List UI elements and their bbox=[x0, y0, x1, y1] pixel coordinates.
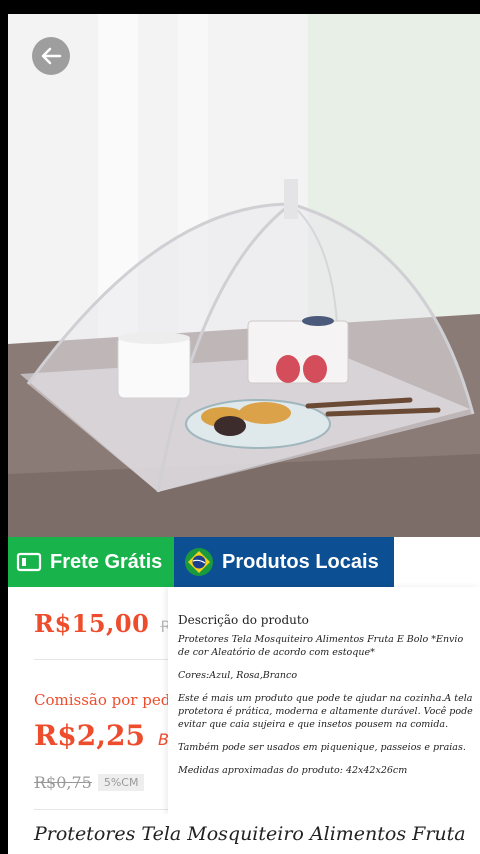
arrow-left-icon bbox=[41, 47, 62, 65]
description-title: Descrição do produto bbox=[178, 613, 309, 627]
product-title: Protetores Tela Mosquiteiro Alimentos Fr… bbox=[34, 823, 466, 845]
divider bbox=[34, 809, 168, 810]
product-detail-screen: Frete Grátis Produtos Locais R$15,00 R: … bbox=[8, 14, 480, 854]
commission-truncated: B bbox=[158, 730, 168, 749]
banner-spacer bbox=[394, 537, 480, 587]
back-button[interactable] bbox=[32, 37, 70, 75]
description-line: Protetores Tela Mosquiteiro Alimentos Fr… bbox=[178, 634, 464, 658]
truck-card-icon bbox=[16, 552, 42, 572]
description-line: Também pode ser usados em piquenique, pa… bbox=[178, 742, 466, 753]
product-image[interactable] bbox=[8, 14, 480, 537]
local-products-label: Produtos Locais bbox=[222, 550, 379, 573]
promo-banner: Frete Grátis Produtos Locais bbox=[8, 537, 480, 587]
local-products-badge: Produtos Locais bbox=[174, 537, 394, 587]
commission-value: R$2,25 bbox=[34, 719, 145, 752]
price-truncated: R: bbox=[160, 617, 168, 636]
description-line: Este é mais um produto que pode te ajuda… bbox=[178, 693, 473, 730]
product-title-bar: Protetores Tela Mosquiteiro Alimentos Fr… bbox=[8, 814, 480, 854]
divider bbox=[34, 659, 168, 660]
product-photo bbox=[8, 14, 480, 537]
price-row: R$15,00 R: bbox=[34, 609, 168, 638]
product-price: R$15,00 bbox=[34, 609, 150, 638]
description-panel[interactable]: Descrição do produto Protetores Tela Mos… bbox=[168, 587, 480, 815]
brazil-flag-icon bbox=[185, 548, 213, 576]
free-shipping-label: Frete Grátis bbox=[50, 550, 163, 573]
price-column: R$15,00 R: Comissão por ped R$2,25 B R$0… bbox=[8, 587, 168, 812]
description-line: Medidas aproximadas do produto: 42x42x26… bbox=[178, 765, 408, 776]
description-line: Cores:Azul, Rosa,Branco bbox=[178, 670, 298, 681]
old-price: R$0,75 bbox=[34, 773, 92, 792]
commission-label: Comissão por ped bbox=[34, 691, 168, 709]
percent-badge: 5%CM bbox=[97, 774, 145, 791]
old-price-row: R$0,75 5%CM bbox=[34, 773, 145, 792]
free-shipping-badge: Frete Grátis bbox=[8, 537, 174, 587]
commission-row: R$2,25 B bbox=[34, 719, 168, 752]
